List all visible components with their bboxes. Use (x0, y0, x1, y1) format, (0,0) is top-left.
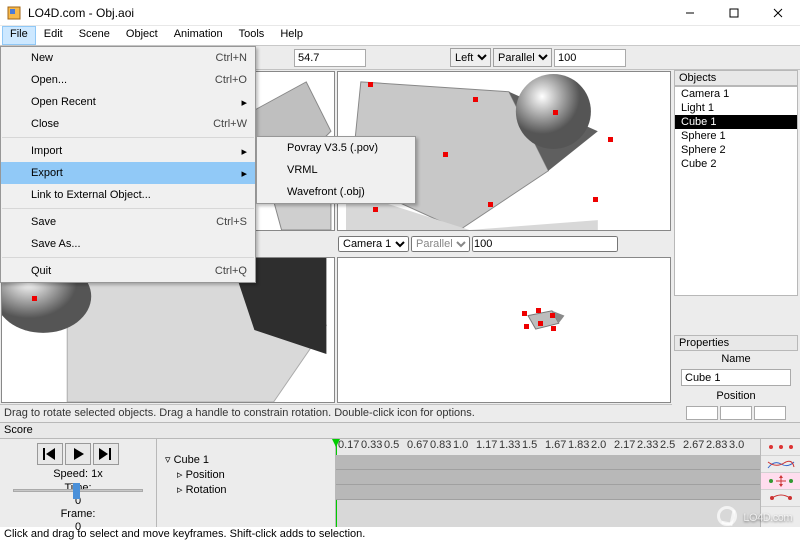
menu-tools[interactable]: Tools (231, 26, 273, 45)
properties-panel-title: Properties (674, 335, 798, 351)
window-title: LO4D.com - Obj.aoi (28, 6, 668, 20)
file-new[interactable]: NewCtrl+N (1, 47, 255, 69)
rotate-handle[interactable] (488, 202, 493, 207)
menu-help[interactable]: Help (272, 26, 311, 45)
zoom-input-bottom[interactable] (472, 236, 618, 252)
zoom-input[interactable] (554, 49, 626, 67)
chevron-right-icon: ▸ (241, 145, 247, 158)
list-item[interactable]: Sphere 2 (675, 143, 797, 157)
rotate-handle[interactable] (368, 82, 373, 87)
menu-file[interactable]: File (2, 26, 36, 45)
watermark: LO4D.com (717, 505, 792, 526)
close-button[interactable] (756, 0, 800, 26)
export-wavefront[interactable]: Wavefront (.obj) (257, 181, 415, 203)
rotate-handle[interactable] (550, 313, 555, 318)
titlebar: LO4D.com - Obj.aoi (0, 0, 800, 26)
play-button[interactable] (65, 443, 91, 465)
status-hint: Drag to rotate selected objects. Drag a … (0, 404, 672, 420)
view-select[interactable]: Left (450, 48, 491, 67)
file-menu-dropdown: NewCtrl+N Open...Ctrl+O Open Recent▸ Clo… (0, 46, 256, 283)
list-item[interactable]: Sphere 1 (675, 129, 797, 143)
projection-select-bottom[interactable]: Parallel (411, 236, 470, 252)
file-import[interactable]: Import▸ (1, 140, 255, 162)
curve-mode-icon[interactable] (761, 456, 800, 473)
objects-panel-title: Objects (674, 70, 798, 86)
score-title: Score (0, 422, 800, 439)
objects-list[interactable]: Camera 1 Light 1 Cube 1 Sphere 1 Sphere … (674, 86, 798, 296)
rotate-handle[interactable] (524, 324, 529, 329)
move-mode-icon[interactable] (761, 473, 800, 490)
file-link-external[interactable]: Link to External Object... (1, 184, 255, 206)
menu-scene[interactable]: Scene (71, 26, 118, 45)
name-input[interactable] (681, 369, 791, 386)
file-save[interactable]: SaveCtrl+S (1, 211, 255, 233)
rotate-handle[interactable] (593, 197, 598, 202)
rotate-handle[interactable] (608, 137, 613, 142)
menu-edit[interactable]: Edit (36, 26, 71, 45)
timeline: Speed: 1x Time: 0 Frame: 0 ▿ Cube 1 ▹ Po… (0, 439, 800, 527)
rotate-handle[interactable] (373, 207, 378, 212)
app-icon (6, 5, 22, 21)
position-label: Position (674, 388, 798, 404)
export-submenu: Povray V3.5 (.pov) VRML Wavefront (.obj) (256, 136, 416, 204)
properties-panel: Name Position (674, 351, 798, 422)
rotate-handle[interactable] (443, 152, 448, 157)
file-quit[interactable]: QuitCtrl+Q (1, 260, 255, 282)
pos-z[interactable] (754, 406, 786, 420)
coord-input[interactable] (294, 49, 366, 67)
rotate-handle[interactable] (551, 326, 556, 331)
rotate-handle[interactable] (538, 321, 543, 326)
menu-animation[interactable]: Animation (166, 26, 231, 45)
chevron-right-icon: ▸ (241, 167, 247, 180)
rotate-handle[interactable] (553, 110, 558, 115)
list-item[interactable]: Cube 2 (675, 157, 797, 171)
pos-x[interactable] (686, 406, 718, 420)
prev-frame-button[interactable] (37, 443, 63, 465)
timeline-tree[interactable]: ▿ Cube 1 ▹ Position ▹ Rotation (156, 439, 336, 527)
export-vrml[interactable]: VRML (257, 159, 415, 181)
projection-select[interactable]: Parallel (493, 48, 552, 67)
file-close[interactable]: CloseCtrl+W (1, 113, 255, 135)
rotate-handle[interactable] (536, 308, 541, 313)
file-open[interactable]: Open...Ctrl+O (1, 69, 255, 91)
camera-select[interactable]: Camera 1 (338, 236, 409, 252)
maximize-button[interactable] (712, 0, 756, 26)
right-panel: Objects Camera 1 Light 1 Cube 1 Sphere 1… (672, 70, 800, 422)
rotate-handle[interactable] (32, 296, 37, 301)
chevron-right-icon: ▸ (241, 96, 247, 109)
file-open-recent[interactable]: Open Recent▸ (1, 91, 255, 113)
name-label: Name (674, 351, 798, 367)
menu-object[interactable]: Object (118, 26, 166, 45)
file-export[interactable]: Export▸ (1, 162, 255, 184)
timeline-ruler[interactable]: 0.170.330.50.670.831.01.171.331.51.671.8… (336, 439, 760, 455)
window-controls (668, 0, 800, 26)
next-frame-button[interactable] (93, 443, 119, 465)
frame-label: Frame: (61, 508, 96, 520)
rotate-handle[interactable] (522, 311, 527, 316)
viewport-bottom-right[interactable] (337, 257, 671, 403)
timeline-tracks[interactable]: 0.170.330.50.670.831.01.171.331.51.671.8… (336, 439, 760, 527)
export-povray[interactable]: Povray V3.5 (.pov) (257, 137, 415, 159)
speed-label: Speed: 1x (53, 468, 103, 480)
keyframe-mode-icon[interactable] (761, 439, 800, 456)
status-timeline: Click and drag to select and move keyfra… (0, 527, 800, 542)
list-item[interactable]: Camera 1 (675, 87, 797, 101)
file-save-as[interactable]: Save As... (1, 233, 255, 255)
pos-y[interactable] (720, 406, 752, 420)
rotate-handle[interactable] (473, 97, 478, 102)
minimize-button[interactable] (668, 0, 712, 26)
list-item[interactable]: Light 1 (675, 101, 797, 115)
menubar: File Edit Scene Object Animation Tools H… (0, 26, 800, 46)
list-item[interactable]: Cube 1 (675, 115, 797, 129)
